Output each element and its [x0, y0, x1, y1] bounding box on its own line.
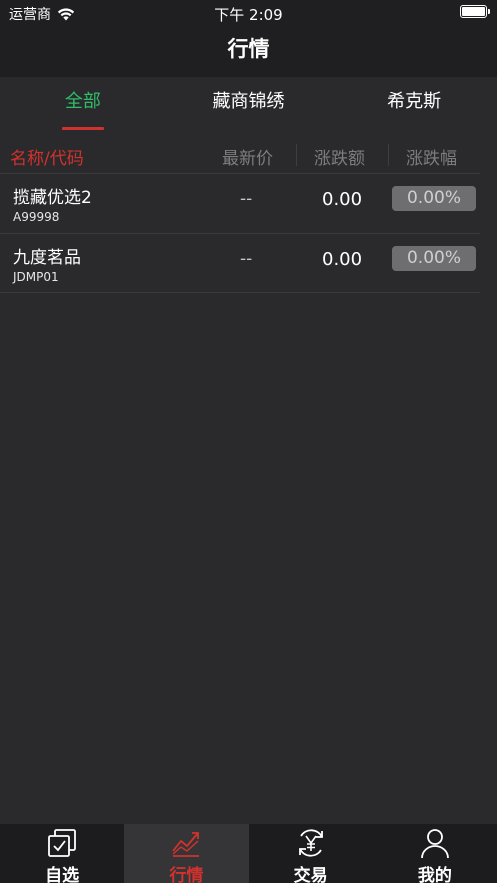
divider	[0, 292, 480, 293]
market-screen: 运营商 下午 2:09 行情 全部 藏商锦绣 希克斯 名称/代码 最新价 涨跌额…	[0, 0, 497, 883]
header-separator	[296, 144, 297, 166]
tabbar-label: 行情	[169, 866, 204, 883]
header-separator	[388, 144, 389, 166]
tab-xikesi[interactable]: 希克斯	[331, 77, 497, 132]
divider	[0, 233, 480, 234]
battery-icon	[460, 5, 490, 18]
change-amount: 0.00	[322, 189, 363, 210]
product-code: A99998	[13, 210, 60, 224]
market-tabs: 全部 藏商锦绣 希克斯	[0, 77, 497, 132]
status-time: 下午 2:09	[214, 6, 283, 24]
page-title: 行情	[227, 37, 270, 61]
tab-label: 藏商锦绣	[212, 91, 285, 112]
table-row[interactable]: 九度茗品 JDMP01 -- 0.00 0.00%	[0, 235, 480, 293]
product-code: JDMP01	[13, 270, 59, 284]
trade-yuan-icon	[298, 829, 323, 857]
tabbar-label: 我的	[417, 866, 452, 883]
nav-bar: 行情	[0, 26, 497, 77]
status-bar: 运营商 下午 2:09	[0, 0, 497, 26]
header-change-amount[interactable]: 涨跌额	[314, 144, 365, 169]
tab-zangshang-jinxiu[interactable]: 藏商锦绣	[166, 77, 332, 132]
tabbar-item-market[interactable]: 行情	[124, 824, 249, 883]
latest-price: --	[240, 189, 253, 209]
bottom-tab-bar: 自选 行情 交易 我的	[0, 824, 497, 883]
list-header: 名称/代码 最新价 涨跌额 涨跌幅	[0, 138, 497, 172]
tab-label: 希克斯	[387, 91, 442, 112]
header-name-code[interactable]: 名称/代码	[10, 144, 84, 169]
table-row[interactable]: 揽藏优选2 A99998 -- 0.00 0.00%	[0, 175, 480, 233]
product-name: 揽藏优选2	[13, 188, 92, 208]
watchlist-icon	[48, 829, 77, 857]
change-pct-badge: 0.00%	[392, 246, 476, 271]
tabbar-item-trade[interactable]: 交易	[249, 824, 373, 883]
tab-label: 全部	[64, 91, 101, 112]
header-latest-price[interactable]: 最新价	[222, 144, 273, 169]
profile-icon	[420, 829, 449, 859]
divider	[0, 173, 480, 174]
tabbar-label: 交易	[293, 866, 328, 883]
market-chart-icon	[172, 832, 200, 857]
header-change-pct[interactable]: 涨跌幅	[406, 144, 457, 169]
tab-all[interactable]: 全部	[0, 77, 166, 132]
latest-price: --	[240, 249, 253, 269]
tabbar-item-watchlist[interactable]: 自选	[0, 824, 124, 883]
change-amount: 0.00	[322, 249, 363, 270]
product-name: 九度茗品	[13, 248, 81, 268]
tabbar-item-profile[interactable]: 我的	[373, 824, 497, 883]
change-pct-badge: 0.00%	[392, 186, 476, 211]
tabbar-label: 自选	[45, 866, 80, 883]
active-tab-indicator	[61, 127, 104, 130]
